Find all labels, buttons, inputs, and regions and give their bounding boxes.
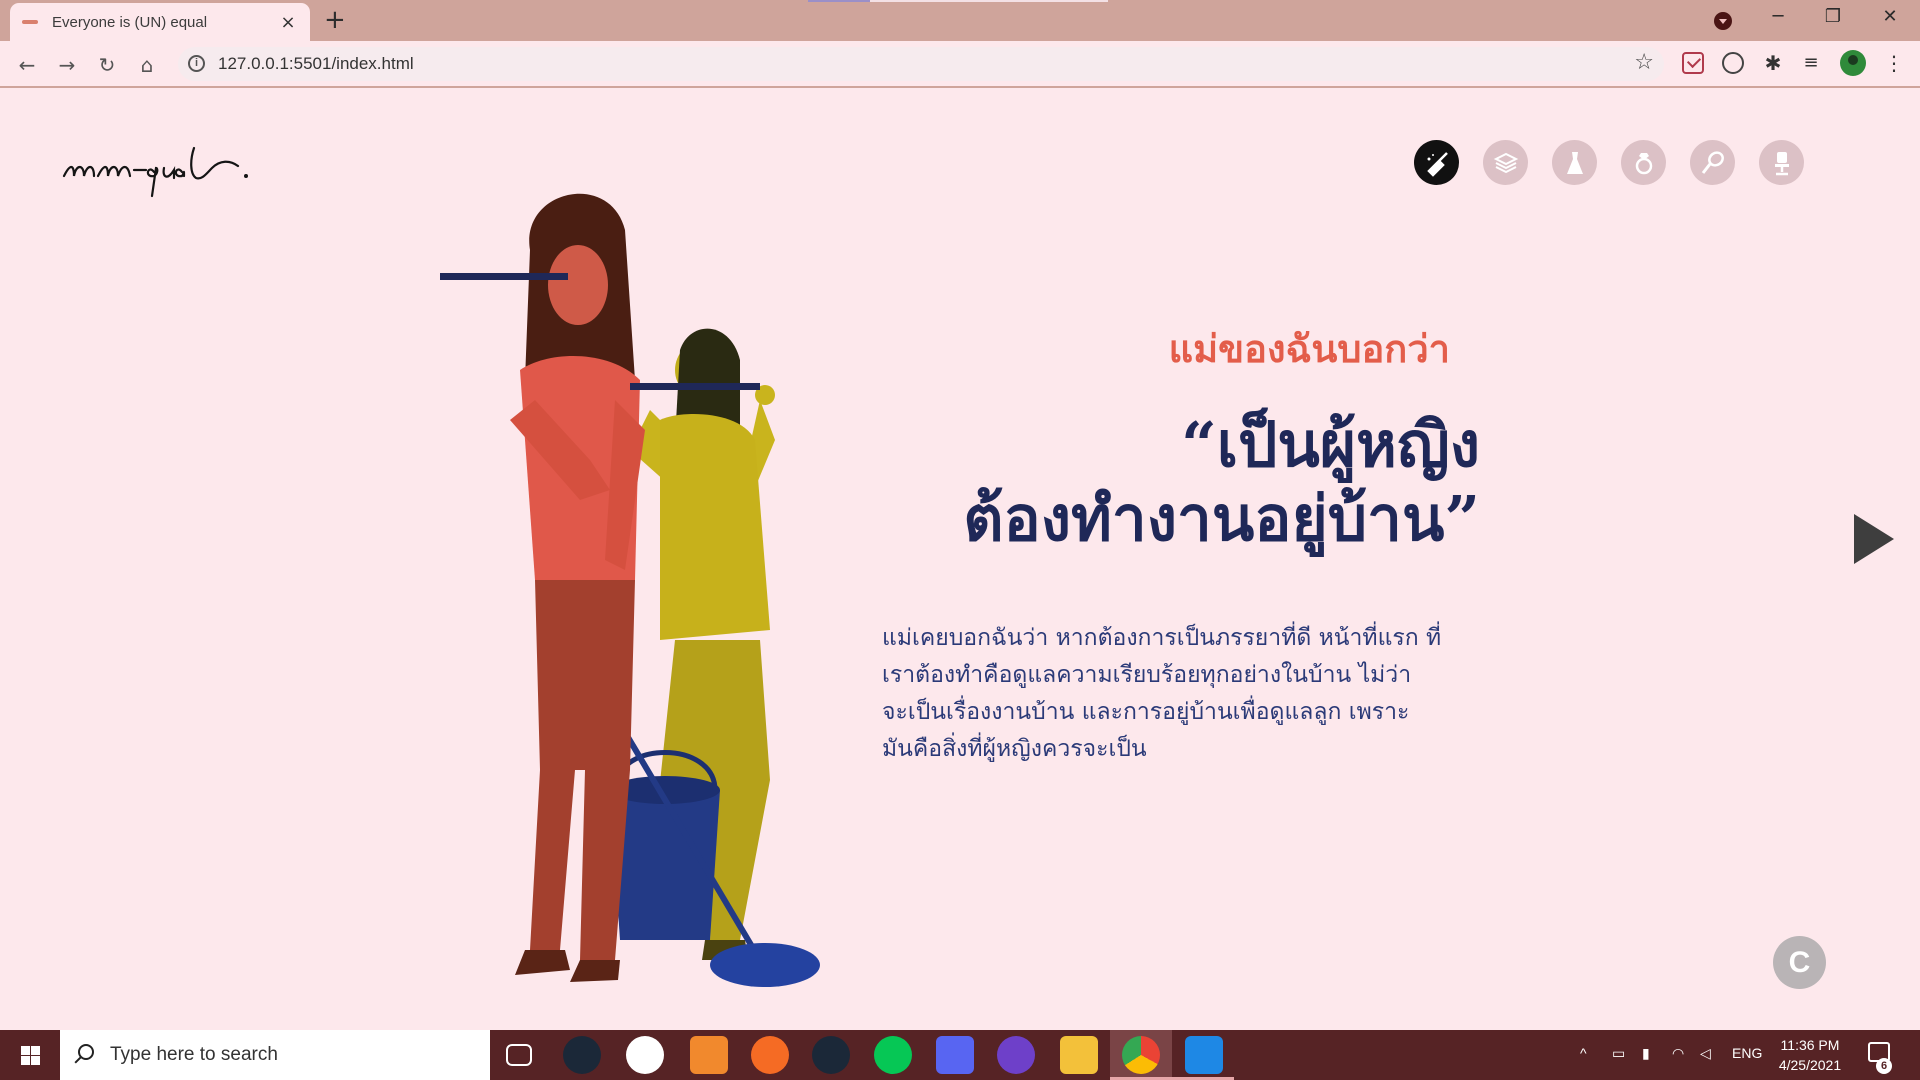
forward-arrow-icon[interactable]: →: [52, 50, 82, 80]
back-arrow-icon[interactable]: ←: [12, 50, 42, 80]
browser-tab[interactable]: Everyone is (UN) equal ×: [10, 3, 310, 41]
home-icon[interactable]: ⌂: [132, 50, 162, 80]
unequal-logo[interactable]: [60, 134, 300, 204]
books-icon[interactable]: [1483, 140, 1528, 185]
site-info-icon[interactable]: i: [188, 55, 205, 72]
pocket-extension-icon[interactable]: [1682, 52, 1704, 74]
address-bar[interactable]: i 127.0.0.1:5501/index.html ☆: [178, 47, 1664, 81]
office-chair-icon[interactable]: [1759, 140, 1804, 185]
clock-date: 4/25/2021: [1778, 1057, 1842, 1073]
ring-icon[interactable]: [1621, 140, 1666, 185]
minimize-button[interactable]: ─: [1758, 6, 1798, 27]
close-window-button[interactable]: ✕: [1870, 6, 1910, 27]
tab-title: Everyone is (UN) equal: [52, 13, 208, 31]
category-nav: [1414, 140, 1804, 185]
page-content: แม่ของฉันบอกว่า “เป็นผู้หญิง ต้องทำงานอย…: [0, 90, 1920, 1030]
language-indicator[interactable]: ENG: [1732, 1045, 1762, 1061]
github-desktop-icon[interactable]: [997, 1036, 1035, 1074]
vscode-icon[interactable]: [1185, 1036, 1223, 1074]
tray-chevron-icon[interactable]: ^: [1580, 1045, 1587, 1061]
clock-time: 11:36 PM: [1780, 1037, 1840, 1053]
chrome-icon[interactable]: [1122, 1036, 1160, 1074]
taskbar-clock[interactable]: 11:36 PM 4/25/2021: [1770, 1035, 1850, 1075]
reading-list-icon[interactable]: ≡: [1800, 52, 1822, 74]
profile-avatar[interactable]: [1840, 50, 1866, 76]
task-view-icon[interactable]: [506, 1044, 532, 1066]
windows-taskbar: Type here to search ^ ▭ ▮ ◠ ◁ ENG 11:36 …: [0, 1030, 1920, 1080]
restore-button[interactable]: ❐: [1813, 6, 1853, 27]
notification-count: 6: [1876, 1058, 1892, 1074]
subtitle: แม่ของฉันบอกว่า: [1168, 327, 1450, 371]
new-tab-button[interactable]: +: [324, 6, 346, 34]
bookmark-star-icon[interactable]: ☆: [1634, 50, 1654, 75]
extension-circle-icon[interactable]: [1722, 52, 1744, 74]
censor-bar-red: [440, 273, 568, 280]
url-text[interactable]: 127.0.0.1:5501/index.html: [218, 54, 414, 74]
corner-badge-button[interactable]: C: [1773, 936, 1826, 989]
search-icon: [78, 1044, 94, 1060]
extensions-puzzle-icon[interactable]: ✱: [1762, 52, 1784, 74]
reload-icon[interactable]: ↻: [92, 50, 122, 80]
quote-line-1: “เป็นผู้หญิง: [1181, 408, 1480, 481]
taskbar-search[interactable]: Type here to search: [60, 1030, 490, 1080]
sublime-text-icon[interactable]: [690, 1036, 728, 1074]
browser-menu-icon[interactable]: ⋮: [1884, 52, 1904, 74]
tennis-racket-icon[interactable]: [1690, 140, 1735, 185]
quote-line-2: ต้องทำงานอยู่บ้าน”: [963, 482, 1480, 555]
meet-now-icon[interactable]: ▭: [1612, 1045, 1625, 1062]
tab-drag-indicator-accent: [808, 0, 870, 2]
volume-icon[interactable]: ◁: [1700, 1045, 1711, 1062]
steam-icon[interactable]: [563, 1036, 601, 1074]
media-control-icon[interactable]: [1714, 12, 1732, 30]
women-illustration: [440, 193, 820, 987]
quote-heading: “เป็นผู้หญิง ต้องทำงานอยู่บ้าน”: [880, 408, 1480, 556]
tab-favicon-icon: [22, 20, 38, 24]
next-slide-arrow-icon[interactable]: [1854, 514, 1894, 564]
wifi-icon[interactable]: ◠: [1672, 1045, 1684, 1062]
censor-bar-yellow: [630, 383, 760, 390]
broom-icon[interactable]: [1414, 140, 1459, 185]
origin-icon[interactable]: [751, 1036, 789, 1074]
search-placeholder: Type here to search: [110, 1044, 278, 1065]
line-icon[interactable]: [874, 1036, 912, 1074]
browser-tab-strip: Everyone is (UN) equal × + ─ ❐ ✕: [0, 0, 1920, 41]
battery-icon[interactable]: ▮: [1642, 1045, 1650, 1062]
steam-icon[interactable]: [812, 1036, 850, 1074]
wacom-icon[interactable]: [626, 1036, 664, 1074]
file-explorer-icon[interactable]: [1060, 1036, 1098, 1074]
windows-start-icon[interactable]: [0, 1030, 60, 1080]
tab-close-icon[interactable]: ×: [278, 12, 298, 33]
body-paragraph: แม่เคยบอกฉันว่า หากต้องการเป็นภรรยาที่ดี…: [882, 625, 1442, 762]
dress-icon[interactable]: [1552, 140, 1597, 185]
discord-icon[interactable]: [936, 1036, 974, 1074]
browser-toolbar: ← → ↻ ⌂ i 127.0.0.1:5501/index.html ☆: [0, 41, 1920, 88]
